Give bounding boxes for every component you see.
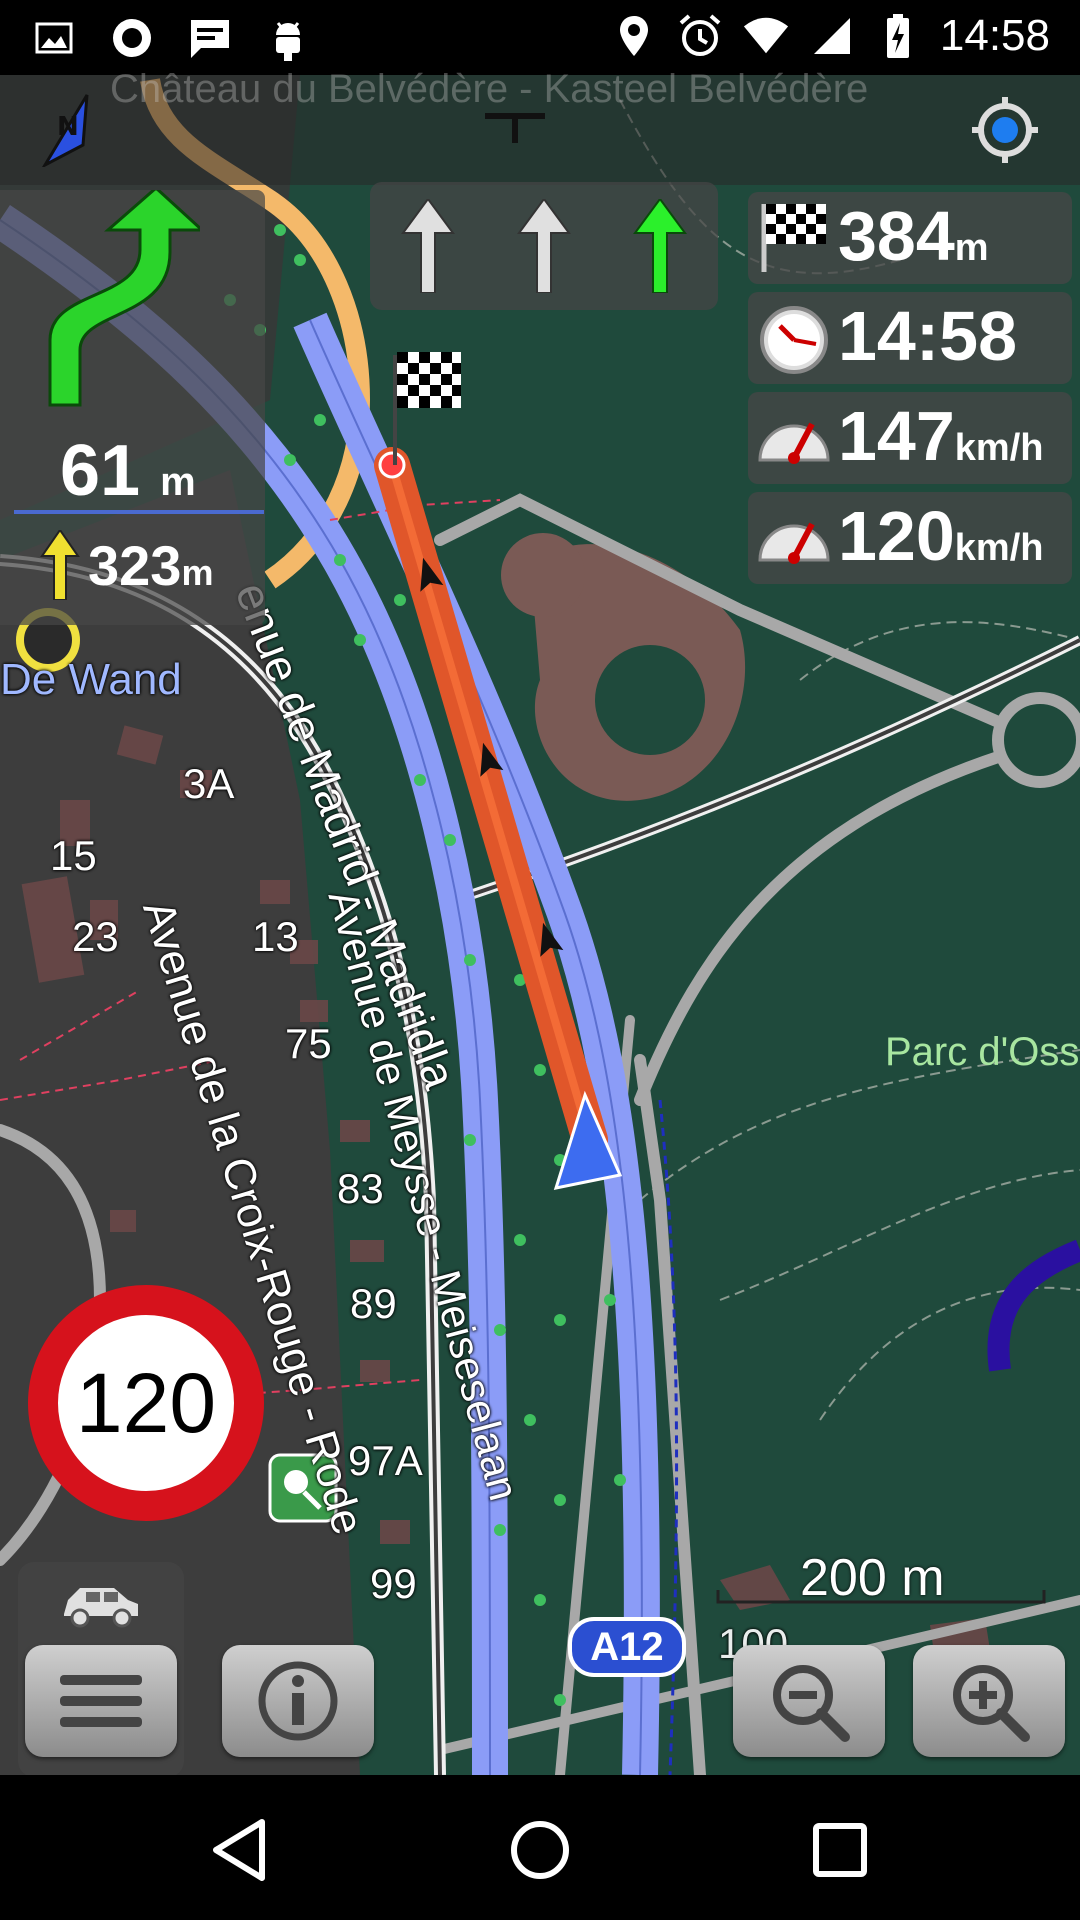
record-icon bbox=[108, 10, 156, 66]
svg-text:N: N bbox=[57, 112, 79, 142]
map-center-marker-icon bbox=[485, 113, 545, 143]
arrival-time-widget[interactable]: 14:58 bbox=[748, 292, 1072, 384]
top-bar: Château du Belvédère - Kasteel Belvédère… bbox=[0, 67, 1080, 185]
recents-icon bbox=[813, 1823, 867, 1877]
compass-icon[interactable]: N bbox=[35, 87, 105, 169]
max-speed-unit: km/h bbox=[954, 527, 1044, 569]
menu-button[interactable] bbox=[25, 1645, 177, 1757]
checkered-flag-icon bbox=[761, 204, 826, 272]
turn-arrow-icon bbox=[30, 185, 206, 410]
max-speed-value: 120 bbox=[838, 497, 955, 575]
crosshair-icon bbox=[972, 97, 1038, 163]
distance-to-destination-widget[interactable]: 384m bbox=[748, 192, 1072, 284]
recents-button[interactable] bbox=[795, 1805, 885, 1895]
zoom-in-button[interactable] bbox=[913, 1645, 1065, 1757]
wifi-icon bbox=[742, 8, 790, 64]
house-number: 99 bbox=[370, 1560, 417, 1607]
status-time: 14:58 bbox=[939, 11, 1050, 60]
next-turn-distance: 323 bbox=[88, 533, 182, 597]
house-number: 23 bbox=[72, 913, 119, 960]
turn-distance: 61 m bbox=[60, 431, 196, 511]
home-button[interactable] bbox=[495, 1805, 585, 1895]
max-speed-widget[interactable]: 120km/h bbox=[748, 492, 1072, 584]
house-number: 89 bbox=[350, 1280, 397, 1327]
zoom-in-icon bbox=[953, 1665, 1030, 1742]
lane-guidance bbox=[370, 182, 718, 310]
current-speed-widget[interactable]: 147km/h bbox=[748, 392, 1072, 484]
current-speed-unit: km/h bbox=[954, 427, 1044, 469]
battery-charging-icon bbox=[874, 8, 922, 64]
my-location-button[interactable] bbox=[970, 95, 1040, 165]
alarm-icon bbox=[676, 8, 724, 64]
chat-icon bbox=[186, 10, 234, 66]
house-number: 75 bbox=[285, 1020, 332, 1067]
navigation-bar bbox=[0, 1775, 1080, 1920]
info-button[interactable] bbox=[222, 1645, 374, 1757]
clock-icon bbox=[760, 306, 828, 374]
scale-bar bbox=[716, 1590, 1046, 1604]
park-label: Parc d'Oss bbox=[885, 1030, 1080, 1074]
back-icon bbox=[213, 1819, 265, 1881]
lane-straight-icon bbox=[517, 199, 571, 293]
ghost-map-label: Château du Belvédère - Kasteel Belvédère bbox=[110, 67, 869, 111]
zoom-out-icon bbox=[773, 1665, 850, 1742]
image-icon bbox=[30, 10, 78, 66]
speed-limit-value: 120 bbox=[75, 1355, 217, 1450]
speedometer-icon bbox=[758, 422, 830, 464]
lane-straight-icon bbox=[401, 199, 455, 293]
route-badge: A12 bbox=[568, 1617, 686, 1677]
menu-icon bbox=[60, 1675, 142, 1727]
speed-limit-sign: 120 bbox=[28, 1285, 264, 1521]
next-turn-row: 323m bbox=[40, 530, 213, 600]
android-debug-icon bbox=[264, 10, 312, 66]
house-number: 15 bbox=[50, 832, 97, 879]
next-turn-straight-icon bbox=[40, 530, 80, 600]
house-number: 83 bbox=[337, 1165, 384, 1212]
house-number: 13 bbox=[252, 913, 299, 960]
speedometer-icon bbox=[758, 522, 830, 564]
current-speed-value: 147 bbox=[838, 397, 955, 475]
place-label: De Wand bbox=[0, 655, 182, 704]
info-icon bbox=[258, 1661, 338, 1741]
home-icon bbox=[511, 1821, 569, 1879]
distance-to-destination-value: 384 bbox=[838, 197, 955, 275]
signal-icon bbox=[808, 8, 856, 64]
arrival-time-value: 14:58 bbox=[838, 297, 1018, 375]
location-icon bbox=[610, 8, 658, 64]
status-bar: 14:58 bbox=[0, 0, 1080, 75]
house-number: 97A bbox=[348, 1437, 423, 1484]
lane-straight-active-icon bbox=[633, 199, 687, 293]
zoom-out-button[interactable] bbox=[733, 1645, 885, 1757]
distance-to-destination-unit: m bbox=[954, 227, 989, 269]
next-turn-unit: m bbox=[181, 551, 214, 593]
back-button[interactable] bbox=[195, 1805, 285, 1895]
house-number: 3A bbox=[183, 760, 235, 807]
turn-instruction-panel[interactable]: 61 m 323m bbox=[0, 185, 265, 625]
car-icon bbox=[64, 1588, 138, 1628]
